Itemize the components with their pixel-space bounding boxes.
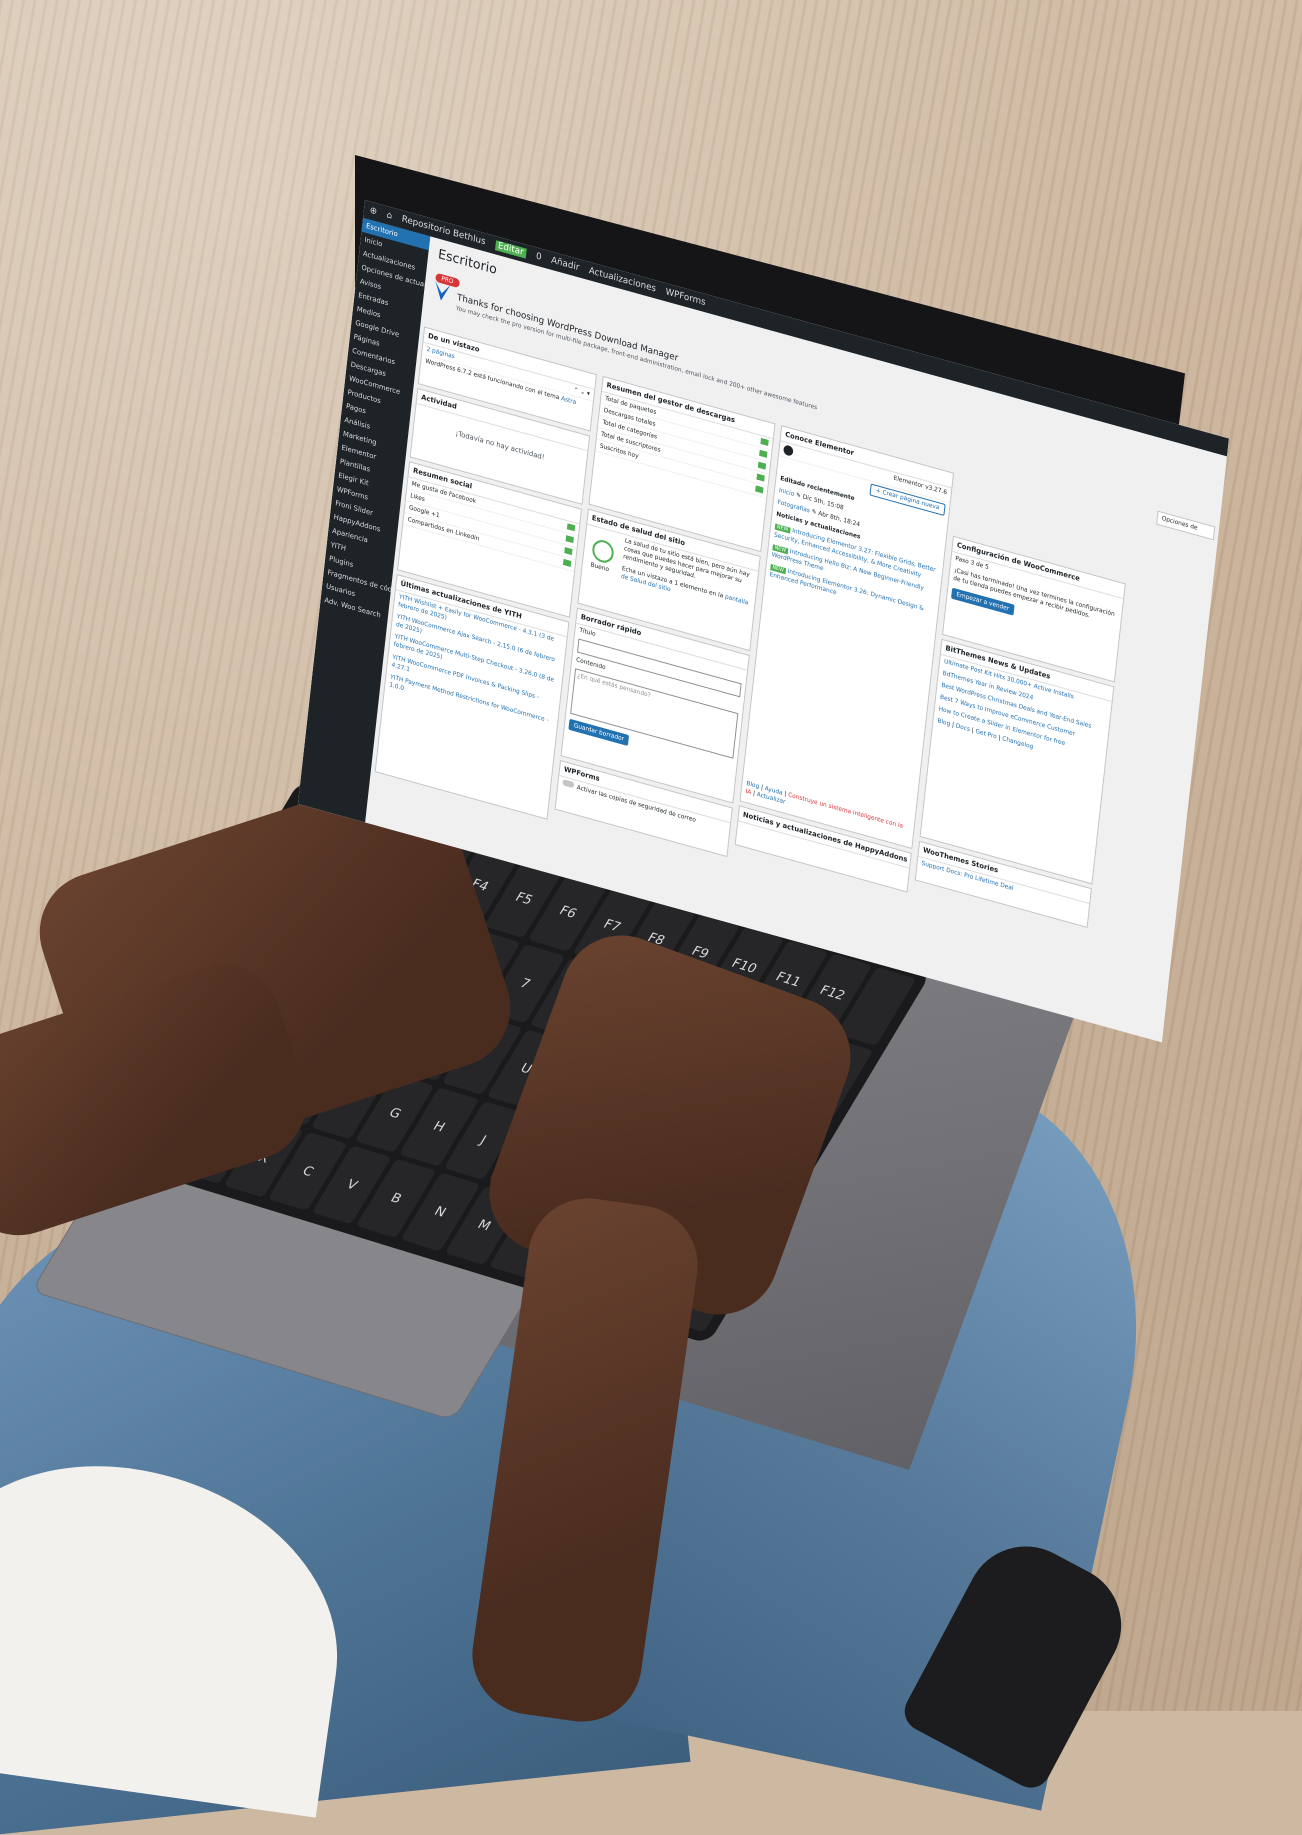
count-badge (562, 558, 572, 567)
count-badge (756, 473, 765, 482)
wordpress-icon[interactable]: ⊕ (369, 206, 377, 218)
count-badge (565, 535, 574, 544)
count-badge (564, 547, 573, 556)
health-status-ring-icon (591, 537, 615, 566)
bd-getpro-link[interactable]: Get Pro (975, 728, 997, 741)
home-icon[interactable]: ⌂ (386, 210, 393, 221)
health-status: Bueno (590, 561, 610, 574)
comments-counter[interactable]: 0 (535, 251, 542, 262)
count-badge (566, 523, 576, 532)
recent-link[interactable]: Inicio (779, 487, 795, 498)
bdthemes-widget: BitThemes News & Updates Ultimate Post K… (919, 638, 1115, 885)
collapse-arrows-icon[interactable]: ⌃ ⌄ ▾ (573, 386, 590, 397)
count-badge (760, 437, 769, 446)
elementor-widget: Conoce Elementor Elementor v3.27.6 + Cre… (739, 425, 955, 850)
count-badge (759, 449, 768, 458)
pro-badge: PRO (435, 272, 460, 289)
theme-link[interactable]: Astra (561, 395, 577, 406)
bd-docs-link[interactable]: Docs (955, 723, 970, 734)
elementor-logo-icon (783, 444, 794, 457)
count-badge (755, 485, 764, 494)
count-badge (757, 461, 767, 470)
new-link[interactable]: Añadir (551, 256, 580, 274)
social-row-label: Likes (409, 492, 426, 504)
bd-blog-link[interactable]: Blog (937, 718, 951, 728)
yith-widget: Últimas actualizaciones de YITH YITH Wis… (374, 574, 570, 820)
toggle-icon[interactable] (562, 779, 575, 789)
mode-badge[interactable]: Editar (494, 240, 527, 259)
